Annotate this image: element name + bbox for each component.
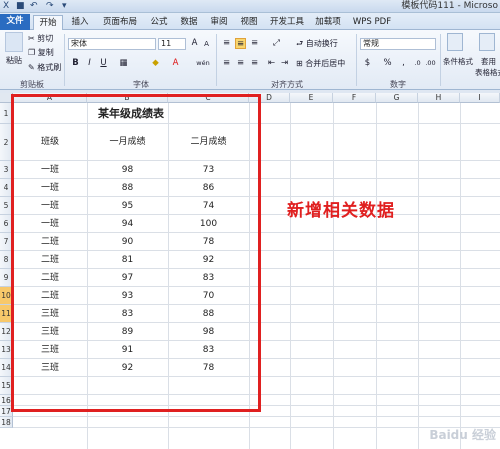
wrap-text-label: 自动换行 (305, 39, 338, 48)
ribbon-separator (356, 34, 357, 86)
gridline-vertical (333, 103, 334, 449)
ribbon: 粘贴 ✂ 剪切 ❐ 复制 ✎ 格式刷 剪贴板 宋体 11 A A B I U ▦… (0, 30, 500, 90)
table-format-button[interactable]: 套用 (481, 57, 496, 67)
paste-button[interactable]: 粘贴 (6, 56, 22, 66)
tab-review[interactable]: 审阅 (206, 15, 232, 30)
table-format-icon[interactable] (479, 33, 495, 51)
copy-button[interactable]: ❐ 复制 (28, 48, 54, 58)
copy-icon: ❐ (28, 48, 38, 57)
tab-file[interactable]: 文件 (0, 14, 30, 30)
copy-label: 复制 (37, 48, 54, 57)
column-header-g[interactable]: G (376, 93, 418, 103)
alignment-group-label: 对齐方式 (271, 80, 303, 89)
font-color-icon[interactable]: A (170, 58, 181, 69)
tab-home[interactable]: 开始 (33, 15, 63, 31)
shrink-font-button[interactable]: A (201, 39, 212, 50)
column-header-h[interactable]: H (418, 93, 460, 103)
gridline-horizontal (13, 427, 500, 428)
font-group-label: 字体 (133, 80, 149, 89)
bold-button[interactable]: B (70, 58, 81, 69)
wrap-text-button[interactable]: ⮐ 自动换行 (296, 39, 338, 49)
watermark: Baidu 经验 (429, 428, 496, 442)
row-header-18[interactable]: 18 (0, 417, 13, 428)
brush-icon: ✎ (28, 63, 38, 72)
tab-developer[interactable]: 开发工具 (266, 15, 308, 30)
conditional-format-icon[interactable] (447, 33, 463, 51)
paste-icon[interactable] (5, 32, 23, 52)
increase-decimal-icon[interactable]: .0 (412, 58, 423, 69)
merge-center-button[interactable]: ⊞ 合并后居中 (296, 59, 345, 69)
tab-insert[interactable]: 插入 (66, 15, 94, 30)
merge-icon: ⊞ (296, 59, 306, 68)
align-right-icon[interactable]: ≡ (249, 58, 260, 69)
highlight-frame (11, 94, 261, 412)
customize-toolbar-icon[interactable]: ▾ (62, 1, 67, 12)
save-icon[interactable]: ■ (16, 1, 25, 12)
column-header-f[interactable]: F (333, 93, 376, 103)
increase-indent-icon[interactable]: ⇥ (279, 58, 290, 69)
decrease-decimal-icon[interactable]: .00 (425, 58, 436, 69)
tab-formulas[interactable]: 公式 (146, 15, 172, 30)
wrap-text-icon: ⮐ (296, 39, 306, 48)
tab-view[interactable]: 视图 (236, 15, 262, 30)
number-format-select[interactable]: 常规 (360, 38, 436, 50)
gridline-vertical (460, 103, 461, 449)
align-left-icon[interactable]: ≡ (221, 58, 232, 69)
grow-font-button[interactable]: A (189, 38, 200, 49)
tab-addins[interactable]: 加载项 (312, 15, 344, 30)
clipboard-group-label: 剪贴板 (20, 80, 44, 89)
title-bar: X ■ ↶ ↷ ▾ 模板代码111 - Microso (0, 0, 500, 13)
undo-icon[interactable]: ↶ (30, 1, 38, 12)
tab-page-layout[interactable]: 页面布局 (98, 15, 142, 30)
decrease-indent-icon[interactable]: ⇤ (266, 58, 277, 69)
align-bottom-icon[interactable]: ≡ (249, 38, 260, 49)
align-top-icon[interactable]: ≡ (221, 38, 232, 49)
excel-logo-icon[interactable]: X (3, 1, 9, 12)
border-icon[interactable]: ▦ (118, 58, 129, 69)
orientation-icon[interactable]: ⤢ (271, 38, 282, 49)
align-middle-icon[interactable]: ≡ (235, 38, 246, 49)
ribbon-separator (440, 34, 441, 86)
merge-center-label: 合并后居中 (305, 59, 346, 68)
italic-button[interactable]: I (84, 58, 95, 69)
font-size-select[interactable]: 11 (158, 38, 186, 50)
cut-icon: ✂ (28, 34, 38, 43)
conditional-format-button[interactable]: 条件格式 (443, 57, 473, 67)
number-group-label: 数字 (390, 80, 406, 89)
comma-button[interactable]: , (398, 58, 409, 69)
ribbon-separator (64, 34, 65, 86)
gridline-vertical (376, 103, 377, 449)
excel-window: X ■ ↶ ↷ ▾ 模板代码111 - Microso 文件 开始 插入 页面布… (0, 0, 500, 449)
gridline-horizontal (13, 416, 500, 417)
cut-button[interactable]: ✂ 剪切 (28, 34, 53, 44)
format-painter-label: 格式刷 (37, 63, 62, 72)
percent-button[interactable]: % (382, 58, 393, 69)
fill-color-icon[interactable]: ◆ (150, 58, 161, 69)
column-header-i[interactable]: I (460, 93, 500, 103)
tab-data[interactable]: 数据 (176, 15, 202, 30)
font-name-select[interactable]: 宋体 (68, 38, 156, 50)
cut-label: 剪切 (37, 34, 54, 43)
redo-icon[interactable]: ↷ (46, 1, 54, 12)
annotation-text: 新增相关数据 (287, 201, 395, 221)
table-format-button-line2[interactable]: 表格格式 (475, 68, 500, 78)
align-center-icon[interactable]: ≡ (235, 58, 246, 69)
ribbon-tabs: 文件 开始 插入 页面布局 公式 数据 审阅 视图 开发工具 加载项 WPS P… (0, 13, 500, 31)
underline-button[interactable]: U (98, 58, 109, 69)
gridline-vertical (290, 103, 291, 449)
phonetic-icon[interactable]: wén (196, 58, 210, 69)
gridline-vertical (418, 103, 419, 449)
ribbon-separator (216, 34, 217, 86)
format-painter-button[interactable]: ✎ 格式刷 (28, 63, 61, 73)
tab-wps-pdf[interactable]: WPS PDF (350, 15, 394, 30)
column-header-e[interactable]: E (290, 93, 333, 103)
window-title: 模板代码111 - Microso (401, 1, 498, 11)
currency-icon[interactable]: $ (362, 58, 373, 69)
